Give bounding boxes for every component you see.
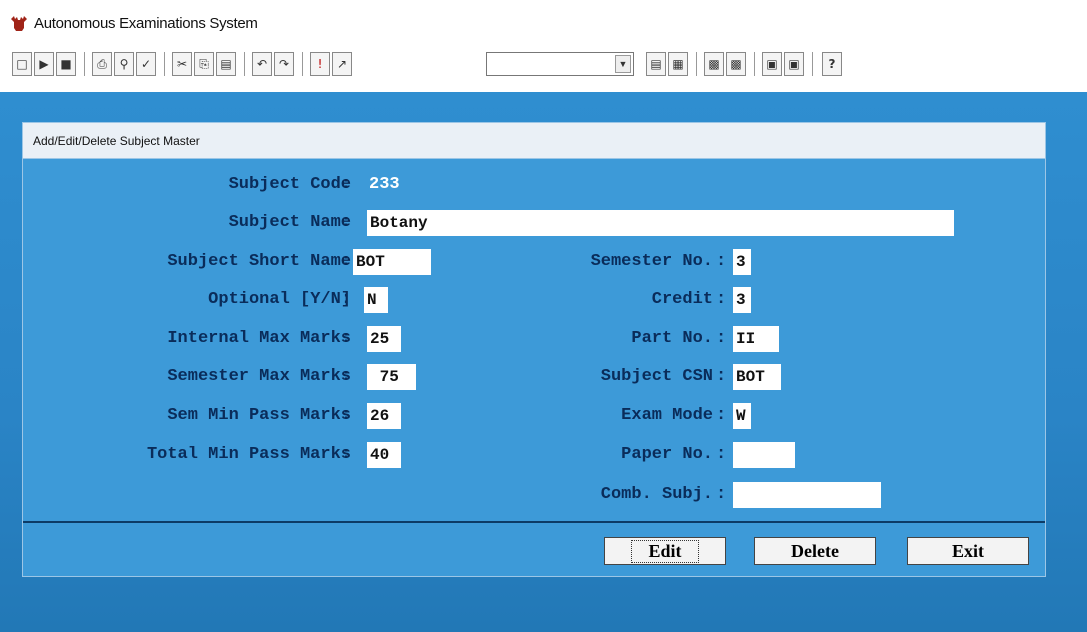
subject-name-colon: :	[341, 213, 352, 232]
record-icon[interactable]: ▩	[704, 52, 724, 76]
subject-csn-label: Subject CSN	[600, 367, 713, 386]
record-alt-icon[interactable]: ▩	[726, 52, 746, 76]
semester-max-marks-label: Semester Max Marks	[167, 367, 351, 386]
credit-colon: :	[716, 290, 727, 309]
paper-no-field[interactable]	[733, 442, 795, 468]
semester-max-marks-field[interactable]: 75	[367, 364, 416, 390]
semester-max-marks-colon: :	[341, 367, 352, 386]
spell-check-icon[interactable]: ✓	[136, 52, 156, 76]
subject-short-name-label: Subject Short Name	[167, 252, 351, 271]
credit-label: Credit	[651, 290, 713, 309]
part-no-colon: :	[716, 329, 727, 348]
subject-code-colon: :	[341, 175, 352, 194]
paste-icon[interactable]: ▤	[216, 52, 236, 76]
save-icon[interactable]: ■	[56, 52, 76, 76]
open-icon[interactable]: ▶	[34, 52, 54, 76]
paper-no-label: Paper No.	[621, 445, 713, 464]
exam-mode-colon: :	[716, 406, 727, 425]
sem-min-pass-marks-colon: :	[341, 406, 352, 425]
toolbar-separator	[302, 52, 303, 76]
part-no-field[interactable]: II	[733, 326, 779, 352]
edit-button-label: Edit	[631, 539, 699, 563]
report-icon[interactable]: ▦	[668, 52, 688, 76]
subject-master-dialog: Add/Edit/Delete Subject Master Subject C…	[22, 122, 1046, 577]
sem-min-pass-marks-label: Sem Min Pass Marks	[167, 406, 351, 425]
toolbar-separator	[164, 52, 165, 76]
comb-subj-colon: :	[716, 485, 727, 504]
help-icon[interactable]: ?	[822, 52, 842, 76]
form-icon[interactable]: ▣	[762, 52, 782, 76]
total-min-pass-marks-label: Total Min Pass Marks	[146, 445, 351, 464]
subject-code-value: 233	[369, 175, 400, 194]
subject-short-name-field[interactable]: BOT	[353, 249, 431, 275]
subject-code-label: Subject Code	[228, 175, 351, 194]
subject-csn-field[interactable]: BOT	[733, 364, 781, 390]
divider	[23, 521, 1045, 523]
delete-button[interactable]: Delete	[754, 537, 876, 565]
title-bar: Autonomous Examinations System	[0, 0, 1087, 46]
chart-icon[interactable]: ↗	[332, 52, 352, 76]
undo-icon[interactable]: ↶	[252, 52, 272, 76]
internal-max-marks-label: Internal Max Marks	[167, 329, 351, 348]
table-icon[interactable]: ▤	[646, 52, 666, 76]
toolbar-separator	[696, 52, 697, 76]
toolbar-separator	[84, 52, 85, 76]
comb-subj-label: Comb. Subj.	[600, 485, 713, 504]
exclamation-icon[interactable]: !	[310, 52, 330, 76]
exit-button[interactable]: Exit	[907, 537, 1029, 565]
print-preview-icon[interactable]: ⚲	[114, 52, 134, 76]
copy-icon[interactable]: ⎘	[194, 52, 214, 76]
toolbar-combo-box[interactable]: ▼	[486, 52, 634, 76]
app-title: Autonomous Examinations System	[34, 15, 258, 32]
dialog-title-bar: Add/Edit/Delete Subject Master	[23, 123, 1045, 159]
sem-min-pass-marks-field[interactable]: 26	[367, 403, 401, 429]
paper-no-colon: :	[716, 445, 727, 464]
dialog-title: Add/Edit/Delete Subject Master	[33, 134, 200, 148]
subject-csn-colon: :	[716, 367, 727, 386]
internal-max-marks-colon: :	[341, 329, 352, 348]
delete-button-label: Delete	[791, 540, 839, 561]
redo-icon[interactable]: ↷	[274, 52, 294, 76]
toolbar-separator	[244, 52, 245, 76]
comb-subj-field[interactable]	[733, 482, 881, 508]
cut-icon[interactable]: ✂	[172, 52, 192, 76]
form-alt-icon[interactable]: ▣	[784, 52, 804, 76]
toolbar-separator	[812, 52, 813, 76]
optional-label: Optional [Y/N]	[208, 290, 351, 309]
total-min-pass-marks-colon: :	[341, 445, 352, 464]
optional-colon: :	[341, 290, 352, 309]
exam-mode-field[interactable]: W	[733, 403, 751, 429]
subject-name-label: Subject Name	[228, 213, 351, 232]
new-icon[interactable]: □	[12, 52, 32, 76]
toolbar: □ ▶ ■ ⎙ ⚲ ✓ ✂ ⎘ ▤ ↶ ↷ ! ↗ ▼ ▤ ▦ ▩ ▩ ▣ ▣ …	[0, 46, 1087, 88]
exit-button-label: Exit	[951, 540, 984, 561]
internal-max-marks-field[interactable]: 25	[367, 326, 401, 352]
credit-field[interactable]: 3	[733, 287, 751, 313]
part-no-label: Part No.	[631, 329, 713, 348]
print-icon[interactable]: ⎙	[92, 52, 112, 76]
optional-field[interactable]: N	[364, 287, 388, 313]
semester-no-colon: :	[716, 252, 727, 271]
moose-app-icon	[11, 16, 27, 31]
toolbar-separator	[754, 52, 755, 76]
total-min-pass-marks-field[interactable]: 40	[367, 442, 401, 468]
exam-mode-label: Exam Mode	[621, 406, 713, 425]
edit-button[interactable]: Edit	[604, 537, 726, 565]
subject-name-field[interactable]: Botany	[367, 210, 954, 236]
semester-no-label: Semester No.	[590, 252, 713, 271]
chevron-down-icon[interactable]: ▼	[615, 55, 631, 73]
subject-short-name-colon: :	[341, 252, 352, 271]
semester-no-field[interactable]: 3	[733, 249, 751, 275]
